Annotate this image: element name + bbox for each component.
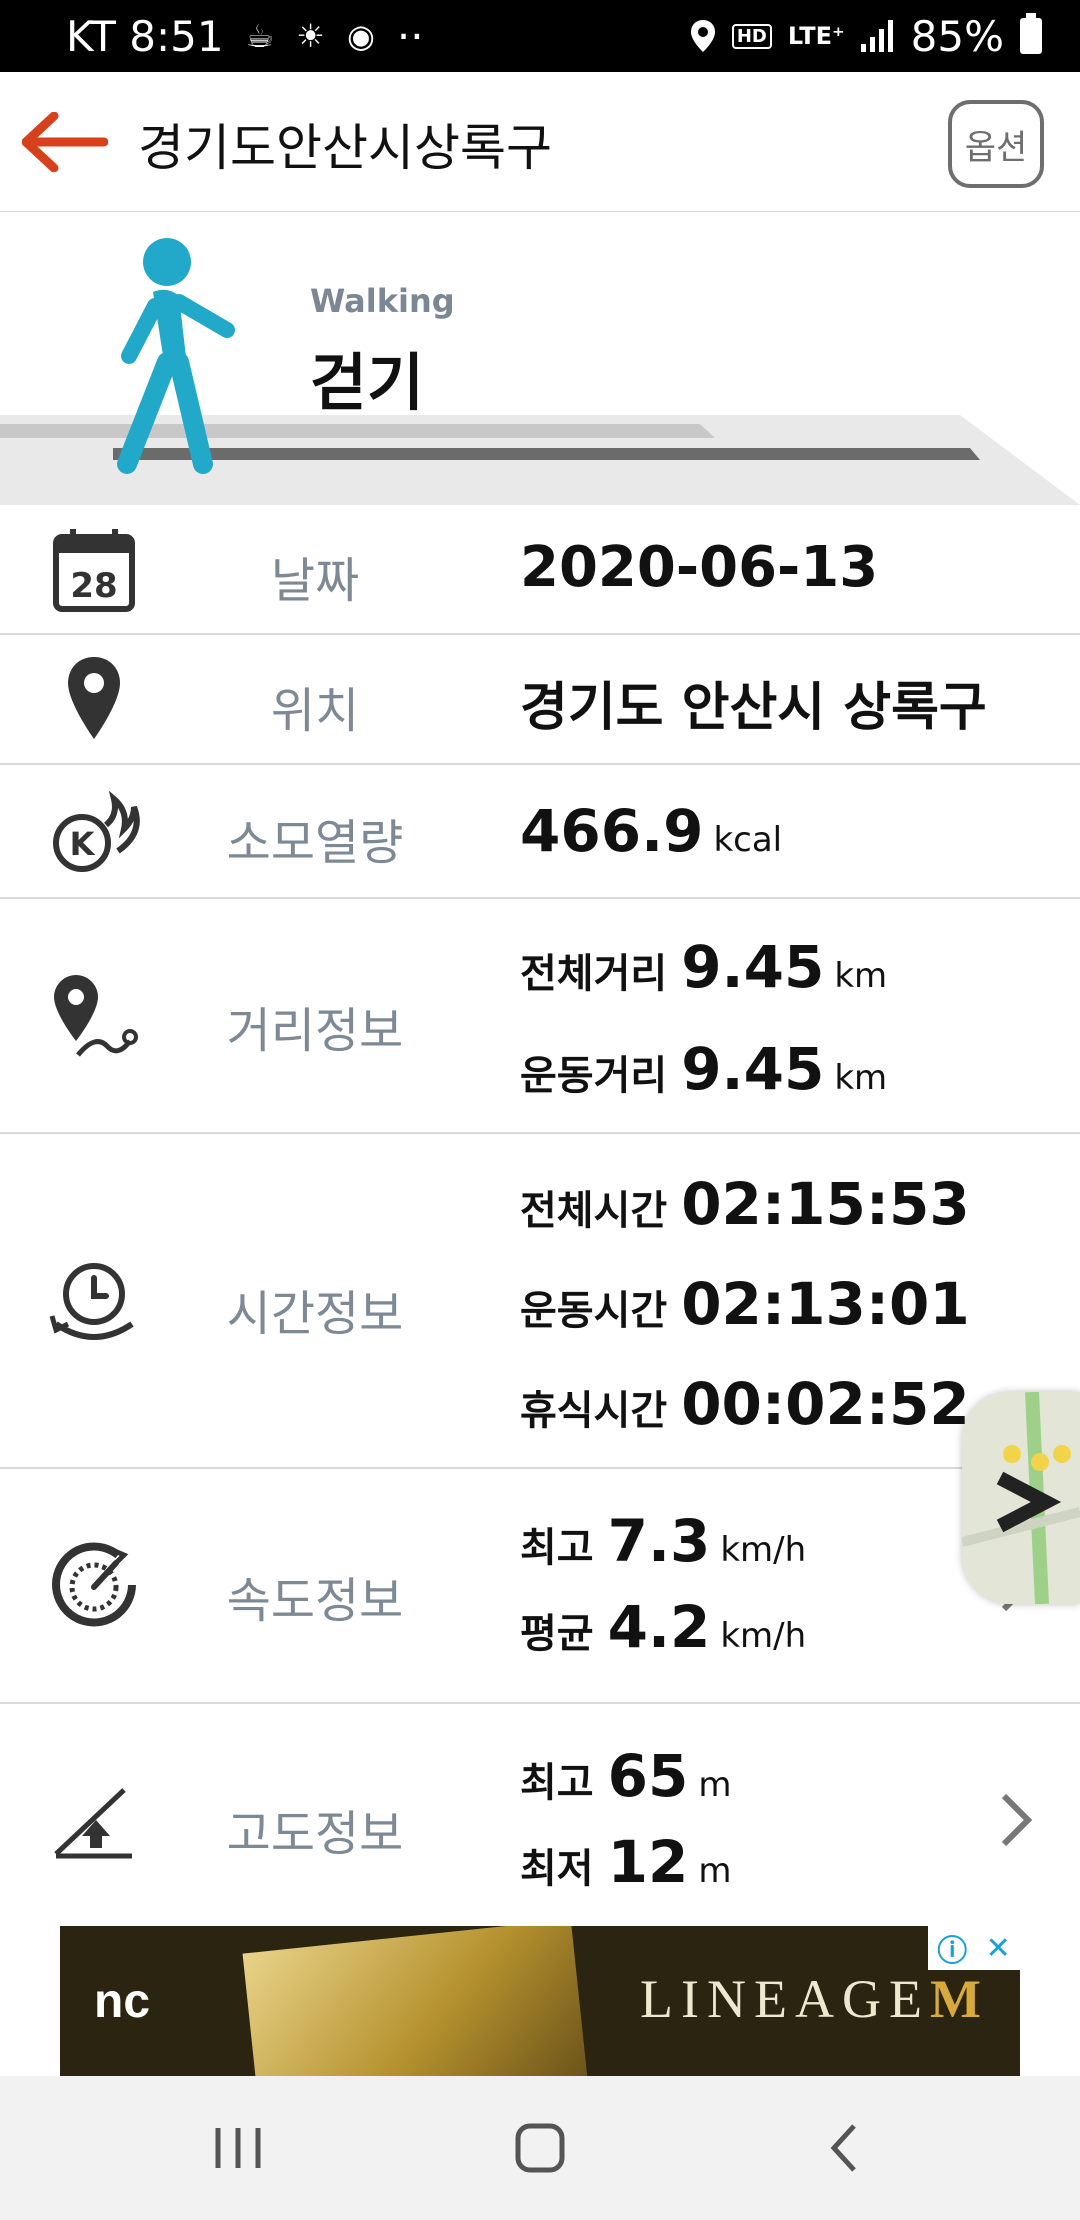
ad-info-icon[interactable]: ⓘ xyxy=(937,1926,967,1970)
ad-info-close[interactable]: ⓘ ✕ xyxy=(928,1926,1020,1970)
lte-icon: LTE⁺ xyxy=(787,22,845,50)
activity-banner: Walking 걷기 xyxy=(0,212,1080,505)
carrier-time: KT 8:51 xyxy=(66,11,224,61)
altitude-label: 고도정보 xyxy=(226,1806,404,1862)
recent-apps-icon[interactable] xyxy=(198,2116,278,2180)
calories-value-group: 466.9 kcal xyxy=(520,797,782,865)
back-button[interactable] xyxy=(21,111,109,173)
row-location: 위치 경기도 안산시 상록구 xyxy=(0,635,1080,765)
calories-value: 466.9 xyxy=(520,797,704,865)
pedometer-icon: ◉ xyxy=(346,17,375,55)
status-bar: KT 8:51 ☕ ☀ ◉ ·· HD LTE⁺ 85% xyxy=(0,0,1080,72)
row-altitude: 고도정보 최고 65 m 최저 12 m xyxy=(0,1704,1080,1926)
exercise-distance: 운동거리 9.45 km xyxy=(520,1035,888,1103)
map-thumbnail-icon xyxy=(962,1392,1080,1604)
ad-coupon-image xyxy=(242,1926,588,2076)
max-altitude: 최고 65 m xyxy=(520,1742,732,1810)
battery-percent: 85% xyxy=(910,11,1004,61)
row-date: 28 날짜 2020-06-13 xyxy=(0,505,1080,635)
map-view-button[interactable] xyxy=(962,1392,1080,1604)
more-notifications: ·· xyxy=(396,11,424,61)
distance-label: 거리정보 xyxy=(226,1003,404,1059)
svg-text:K: K xyxy=(70,825,96,863)
time-label: 시간정보 xyxy=(226,1286,404,1342)
ad-close-icon[interactable]: ✕ xyxy=(986,1931,1011,1966)
exercise-time: 운동시간 02:13:01 xyxy=(520,1270,970,1338)
location-icon xyxy=(690,19,716,53)
activity-name: 걷기 xyxy=(310,346,425,419)
page-title: 경기도안산시상록구 xyxy=(138,119,552,177)
row-speed: 속도정보 최고 7.3 km/h 평균 4.2 km/h xyxy=(0,1469,1080,1704)
back-arrow-icon xyxy=(21,111,109,173)
date-value: 2020-06-13 xyxy=(520,535,879,600)
back-nav-icon[interactable] xyxy=(804,2116,884,2180)
row-distance: 거리정보 전체거리 9.45 km 운동거리 9.45 km xyxy=(0,899,1080,1134)
row-time: 시간정보 전체시간 02:15:53 운동시간 02:13:01 휴식시간 00:02… xyxy=(0,1134,1080,1469)
total-distance: 전체거리 9.45 km xyxy=(520,933,888,1001)
ad-brand: LINEAGEM xyxy=(640,1969,989,2029)
svg-text:28: 28 xyxy=(70,566,117,606)
max-speed: 최고 7.3 km/h xyxy=(520,1507,807,1575)
battery-icon xyxy=(1020,13,1042,54)
option-button[interactable]: 옵션 xyxy=(948,100,1044,188)
hd-voice-icon: HD xyxy=(731,23,772,49)
location-value: 경기도 안산시 상록구 xyxy=(520,678,987,738)
speedometer-icon xyxy=(52,1542,136,1627)
signal-icon xyxy=(860,20,895,52)
weather-icon: ☀ xyxy=(296,17,325,55)
system-nav-bar xyxy=(0,2076,1080,2220)
altitude-chevron-right-icon[interactable] xyxy=(996,1790,1036,1850)
clock-icon xyxy=(49,1263,134,1340)
speed-label: 속도정보 xyxy=(226,1573,404,1629)
min-altitude: 최저 12 m xyxy=(520,1828,732,1896)
total-time: 전체시간 02:15:53 xyxy=(520,1170,970,1238)
app-header: 경기도안산시상록구 옵션 xyxy=(0,72,1080,212)
coffee-icon: ☕ xyxy=(245,17,275,55)
calendar-icon: 28 xyxy=(53,529,135,612)
location-pin-icon xyxy=(68,657,120,739)
walking-person-icon xyxy=(117,238,235,474)
location-label: 위치 xyxy=(270,683,360,739)
date-label: 날짜 xyxy=(270,553,360,609)
ad-logo: nc xyxy=(94,1975,151,2028)
activity-name-english: Walking xyxy=(310,282,455,320)
avg-speed: 평균 4.2 km/h xyxy=(520,1593,807,1661)
rest-time: 휴식시간 00:02:52 xyxy=(520,1370,970,1438)
row-calories: K 소모열량 466.9 kcal xyxy=(0,765,1080,899)
calorie-fire-icon: K xyxy=(53,790,140,872)
calories-unit: kcal xyxy=(713,820,783,860)
home-icon[interactable] xyxy=(500,2116,580,2180)
altitude-icon xyxy=(54,1788,132,1859)
ad-banner[interactable]: nc LINEAGEM ⓘ ✕ xyxy=(60,1926,1020,2076)
calories-label: 소모열량 xyxy=(226,815,404,871)
route-pin-icon xyxy=(54,975,138,1057)
